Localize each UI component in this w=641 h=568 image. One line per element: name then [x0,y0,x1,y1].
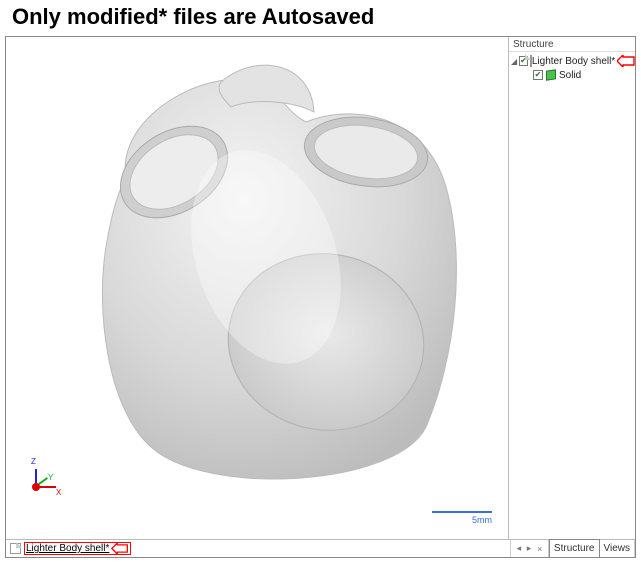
tab-nav[interactable]: ◂ ▸ × [511,540,549,557]
axis-triad[interactable]: Z Y X [18,455,64,501]
tree-child-label: Solid [559,70,581,81]
solid-icon [545,69,557,81]
structure-tree: ◢ ✔ Lighter Body shell* ✔ Solid [509,52,635,84]
workspace-body: Z Y X 5mm Structure ◢ ✔ Lighter Body she… [6,37,635,540]
axis-y-label: Y [48,473,53,482]
tree-root-label: Lighter Body shell* [532,56,615,67]
tree-root-row[interactable]: ◢ ✔ Lighter Body shell* [511,54,633,68]
axis-x-label: X [56,488,61,497]
prev-tab-icon[interactable]: ◂ [517,543,522,554]
document-tab[interactable]: Lighter Body shell* [6,540,511,557]
document-tab-label: Lighter Body shell* [26,543,109,554]
next-tab-icon[interactable]: ▸ [527,543,532,554]
tree-child-row[interactable]: ✔ Solid [511,68,633,82]
structure-panel: Structure ◢ ✔ Lighter Body shell* ✔ Soli… [509,37,635,539]
collapse-icon[interactable]: ◢ [511,57,517,66]
document-icon [10,543,21,554]
tab-structure[interactable]: Structure [549,539,600,557]
tab-views[interactable]: Views [600,540,636,557]
structure-header: Structure [509,37,635,52]
annotation-arrow-icon [111,543,129,554]
bottom-bar: Lighter Body shell* ◂ ▸ × Structure View… [6,540,635,557]
axis-z-label: Z [31,457,36,466]
model-body [56,57,476,497]
viewport-3d[interactable]: Z Y X 5mm [6,37,509,539]
scale-bar: 5mm [432,511,492,525]
annotation-arrow-icon [617,55,635,67]
close-tab-icon[interactable]: × [537,544,542,554]
scale-label: 5mm [432,515,492,525]
page-title: Only modified* files are Autosaved [0,0,641,30]
workspace: Z Y X 5mm Structure ◢ ✔ Lighter Body she… [5,36,636,558]
checkbox-solid[interactable]: ✔ [533,70,543,80]
